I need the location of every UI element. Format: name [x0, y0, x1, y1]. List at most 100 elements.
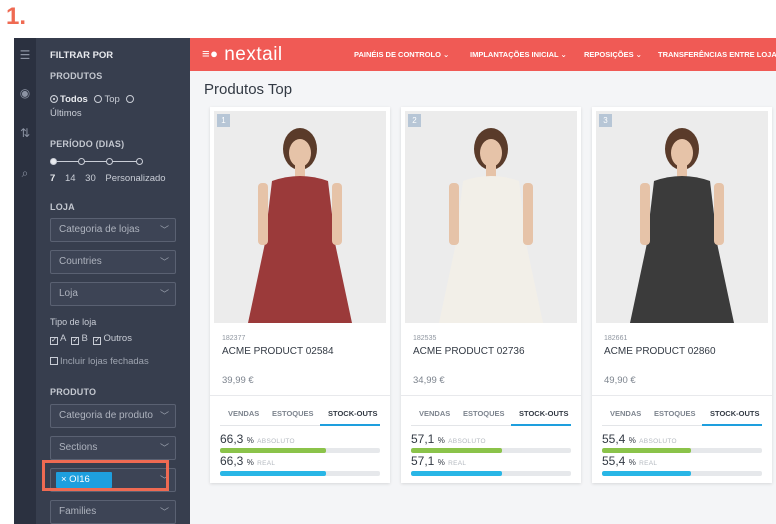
- chevron-down-icon: ﹀: [159, 225, 169, 235]
- logo-mark-icon: ≡●: [202, 46, 219, 61]
- model-illustration: [214, 111, 386, 323]
- nav-replenishments[interactable]: REPOSIÇÕES ⌄: [584, 50, 642, 59]
- checkbox-a[interactable]: ✓: [50, 337, 58, 345]
- rank-badge: 2: [408, 114, 421, 127]
- product-photo[interactable]: 2: [405, 111, 577, 323]
- period-slider[interactable]: [50, 157, 146, 167]
- real-metric: 55,4 % REAL: [602, 454, 658, 468]
- rank-badge: 3: [599, 114, 612, 127]
- tab-stocks[interactable]: ESTOQUES: [272, 409, 314, 418]
- app-window: ☰ ◉ ⇅ ⌕ FILTRAR POR PRODUTOS Todos Top Ú…: [14, 38, 776, 524]
- tab-stock-outs[interactable]: STOCK-OUTS: [519, 409, 568, 418]
- active-tab-indicator: [511, 424, 571, 426]
- product-price: 49,90 €: [604, 375, 636, 386]
- tab-sales[interactable]: VENDAS: [610, 409, 641, 418]
- radio-top[interactable]: [94, 95, 103, 103]
- product-category-select[interactable]: Categoria de produto ﹀: [50, 404, 176, 428]
- chevron-down-icon: ﹀: [159, 289, 169, 299]
- chevron-down-icon: ﹀: [159, 443, 169, 453]
- absolute-progress-bar: [411, 448, 571, 453]
- eye-icon[interactable]: ◉: [18, 86, 32, 100]
- absolute-metric: 55,4 % ABSOLUTO: [602, 432, 677, 446]
- metric-tabs: VENDAS ESTOQUES STOCK-OUTS: [220, 406, 380, 424]
- metric-tabs: VENDAS ESTOQUES STOCK-OUTS: [411, 406, 571, 424]
- product-card[interactable]: 2 182535 ACME PRODUCT 02736 34,99 € VEND…: [401, 107, 581, 483]
- store-type-label: Tipo de loja: [50, 317, 97, 327]
- product-section-title: PRODUTO: [50, 387, 97, 397]
- real-progress-bar: [220, 471, 380, 476]
- active-tab-indicator: [702, 424, 762, 426]
- product-photo[interactable]: 3: [596, 111, 768, 323]
- product-code: 182377: [222, 335, 246, 342]
- store-section-title: LOJA: [50, 202, 75, 212]
- families-select[interactable]: Families ﹀: [50, 500, 176, 524]
- slider-stop-7[interactable]: [50, 158, 57, 165]
- product-code: 182535: [413, 335, 437, 342]
- real-progress-bar: [602, 471, 762, 476]
- slider-stop-custom[interactable]: [136, 158, 143, 165]
- tab-stock-outs[interactable]: STOCK-OUTS: [710, 409, 759, 418]
- product-photo[interactable]: 1: [214, 111, 386, 323]
- product-price: 34,99 €: [413, 375, 445, 386]
- metric-tabs: VENDAS ESTOQUES STOCK-OUTS: [602, 406, 762, 424]
- product-price: 39,99 €: [222, 375, 254, 386]
- slider-stop-30[interactable]: [106, 158, 113, 165]
- store-category-select[interactable]: Categoria de lojas ﹀: [50, 218, 176, 242]
- real-progress-bar: [411, 471, 571, 476]
- tab-stock-outs[interactable]: STOCK-OUTS: [328, 409, 377, 418]
- step-number-label: 1.: [6, 3, 27, 30]
- chevron-down-icon: ﹀: [159, 257, 169, 267]
- tab-sales[interactable]: VENDAS: [419, 409, 450, 418]
- period-section-title: PERÍODO (DIAS): [50, 139, 125, 149]
- product-card[interactable]: 3 182661 ACME PRODUCT 02860 49,90 € VEND…: [592, 107, 772, 483]
- icon-rail: ☰ ◉ ⇅ ⌕: [14, 38, 36, 524]
- nav-dashboards[interactable]: PAINÉIS DE CONTROLO ⌄: [354, 50, 449, 59]
- model-illustration: [596, 111, 768, 323]
- product-card[interactable]: 1 182377 ACME PRODUCT 02584 39,99 € VEND…: [210, 107, 390, 483]
- checkbox-outros[interactable]: ✓: [93, 337, 102, 345]
- radio-ultimos[interactable]: [126, 95, 135, 103]
- page-title: Produtos Top: [204, 81, 293, 98]
- product-code: 182661: [604, 335, 628, 342]
- model-illustration: [405, 111, 577, 323]
- product-name[interactable]: ACME PRODUCT 02584: [222, 346, 334, 357]
- store-select[interactable]: Loja ﹀: [50, 282, 176, 306]
- nextail-logo[interactable]: ≡● nextail: [202, 44, 283, 66]
- product-name[interactable]: ACME PRODUCT 02736: [413, 346, 525, 357]
- radio-ultimos-label: Últimos: [50, 108, 82, 119]
- tab-stocks[interactable]: ESTOQUES: [654, 409, 696, 418]
- radio-todos[interactable]: [50, 95, 58, 103]
- checkbox-b[interactable]: ✓: [71, 337, 80, 345]
- main-content: Produtos Top 1 182377 ACME PRODUCT 02584…: [190, 71, 776, 524]
- countries-select[interactable]: Countries ﹀: [50, 250, 176, 274]
- annotation-highlight-box: [42, 460, 169, 491]
- nav-initial-allocations[interactable]: IMPLANTAÇÕES INICIAL ⌄: [470, 50, 567, 59]
- real-metric: 57,1 % REAL: [411, 454, 467, 468]
- product-name[interactable]: ACME PRODUCT 02860: [604, 346, 716, 357]
- products-radio-group: Todos Top: [50, 94, 136, 105]
- absolute-progress-bar: [602, 448, 762, 453]
- absolute-metric: 66,3 % ABSOLUTO: [220, 432, 295, 446]
- absolute-progress-bar: [220, 448, 380, 453]
- products-section-title: PRODUTOS: [50, 71, 103, 81]
- nav-store-transfers[interactable]: TRANSFERÊNCIAS ENTRE LOJAS: [658, 50, 776, 59]
- search-icon[interactable]: ⌕: [18, 166, 32, 180]
- chevron-down-icon: ﹀: [159, 507, 169, 517]
- transfer-arrows-icon[interactable]: ⇅: [18, 126, 32, 140]
- sections-select[interactable]: Sections ﹀: [50, 436, 176, 460]
- period-ticks: 7 14 30 Personalizado: [50, 173, 166, 184]
- chevron-down-icon: ﹀: [159, 411, 169, 421]
- filter-sidebar: FILTRAR POR PRODUTOS Todos Top Últimos P…: [36, 38, 190, 524]
- slider-stop-14[interactable]: [78, 158, 85, 165]
- filter-sliders-icon[interactable]: ☰: [18, 48, 32, 62]
- rank-badge: 1: [217, 114, 230, 127]
- real-metric: 66,3 % REAL: [220, 454, 276, 468]
- include-closed-option[interactable]: Incluir lojas fechadas: [50, 356, 149, 367]
- tab-sales[interactable]: VENDAS: [228, 409, 259, 418]
- top-navigation-bar: ≡● nextail PAINÉIS DE CONTROLO ⌄ IMPLANT…: [190, 38, 776, 71]
- filter-header: FILTRAR POR: [50, 50, 114, 61]
- tab-stocks[interactable]: ESTOQUES: [463, 409, 505, 418]
- checkbox-include-closed[interactable]: [50, 357, 58, 365]
- active-tab-indicator: [320, 424, 380, 426]
- store-type-checkboxes: ✓ A ✓ B ✓ Outros: [50, 333, 132, 345]
